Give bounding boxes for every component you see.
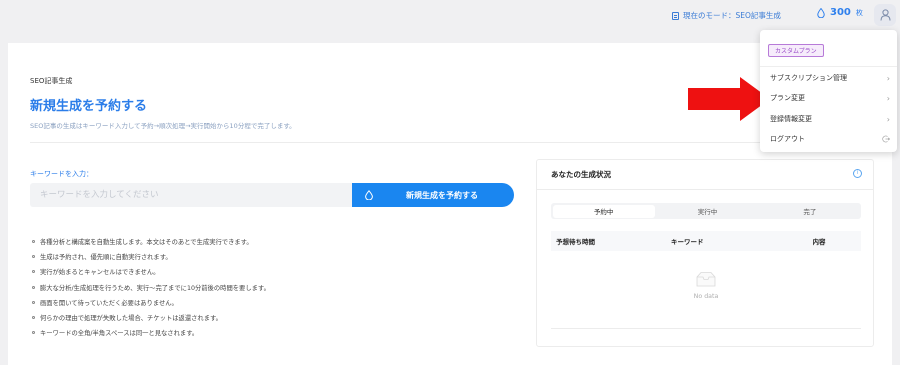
chevron-right-icon: ›	[886, 93, 890, 103]
keyword-input[interactable]	[30, 183, 352, 207]
note-text: 画面を開いて待っていただく必要はありません。	[40, 299, 178, 307]
column-wait-time: 予想待ち時間	[556, 238, 595, 246]
menu-item-account-info[interactable]: 登録情報変更 ›	[770, 109, 890, 129]
page-subtitle: SEO記事の生成はキーワード入力して予約→順次処理→実行開始から10分程で完了し…	[30, 122, 296, 130]
current-mode[interactable]: 現在のモード：SEO記事生成	[672, 10, 781, 21]
chevron-right-icon: ›	[886, 73, 890, 83]
reserve-generation-button[interactable]: 新規生成を予約する	[352, 183, 514, 207]
menu-item-subscription[interactable]: サブスクリプション管理 ›	[770, 68, 890, 88]
breadcrumb: SEO記事生成	[30, 77, 73, 85]
user-avatar[interactable]	[874, 4, 896, 26]
info-icon[interactable]: i	[853, 169, 862, 178]
top-bar: 現在のモード：SEO記事生成 300 枚	[0, 0, 900, 32]
bullet-icon	[32, 300, 35, 304]
note-text: 生成は予約され、優先順に自動実行されます。	[40, 254, 172, 262]
user-icon	[880, 9, 890, 21]
list-item: 膨大な分析/生成処理を行うため、実行〜完了までに10分前後の時間を要します。	[32, 280, 270, 295]
keyword-label: キーワードを入力：	[30, 170, 93, 178]
tab-reserved[interactable]: 予約中	[552, 204, 655, 218]
logout-icon	[882, 135, 890, 143]
menu-item-change-plan[interactable]: プラン変更 ›	[770, 88, 890, 108]
note-text: 実行が始まるとキャンセルはできません。	[40, 269, 160, 277]
annotation-arrow-icon	[688, 77, 770, 121]
document-icon	[672, 11, 679, 20]
bullet-icon	[32, 270, 35, 274]
list-item: 何らかの理由で処理が失敗した場合、チケットは返還されます。	[32, 310, 270, 325]
column-content: 内容	[812, 238, 826, 246]
divider	[760, 66, 897, 67]
divider	[30, 142, 870, 143]
table-header: 予想待ち時間 キーワード 内容	[551, 231, 861, 251]
tab-completed[interactable]: 完了	[759, 203, 861, 219]
status-header: あなたの生成状況	[537, 160, 873, 190]
drop-icon	[365, 190, 373, 200]
empty-state: No data	[537, 271, 875, 300]
list-item: 画面を開いて待っていただく必要はありません。	[32, 295, 270, 310]
list-item: 生成は予約され、優先順に自動実行されます。	[32, 249, 270, 264]
drop-icon	[817, 7, 825, 18]
note-text: 膨大な分析/生成処理を行うため、実行〜完了までに10分前後の時間を要します。	[40, 284, 270, 292]
plan-badge: カスタムプラン	[768, 44, 824, 57]
current-mode-label: 現在のモード：SEO記事生成	[683, 11, 781, 20]
bullet-icon	[32, 285, 35, 289]
note-text: 各種分析と構成案を自動生成します。本文はそのあとで生成実行できます。	[40, 239, 253, 247]
bullet-icon	[32, 240, 35, 244]
chevron-right-icon: ›	[886, 114, 890, 124]
list-item: キーワードの全角/半角スペースは同一と見なされます。	[32, 325, 270, 340]
status-title: あなたの生成状況	[551, 170, 611, 179]
menu-item-label: プラン変更	[770, 94, 805, 102]
tab-running[interactable]: 実行中	[656, 203, 758, 219]
menu-item-label: ログアウト	[770, 135, 805, 143]
list-item: 各種分析と構成案を自動生成します。本文はそのあとで生成実行できます。	[32, 234, 270, 249]
credits-unit: 枚	[855, 8, 863, 17]
empty-box-icon	[696, 272, 716, 287]
divider	[551, 328, 861, 329]
ticket-credits[interactable]: 300 枚	[817, 7, 863, 18]
menu-item-label: 登録情報変更	[770, 115, 812, 123]
column-keyword: キーワード	[671, 238, 704, 246]
status-tabs: 予約中 実行中 完了	[551, 203, 861, 219]
bullet-icon	[32, 316, 35, 320]
reserve-generation-label: 新規生成を予約する	[406, 190, 478, 200]
account-dropdown-menu: カスタムプラン サブスクリプション管理 › プラン変更 › 登録情報変更 › ロ…	[760, 30, 897, 152]
notes-list: 各種分析と構成案を自動生成します。本文はそのあとで生成実行できます。 生成は予約…	[32, 234, 270, 340]
empty-state-text: No data	[693, 293, 719, 300]
menu-item-logout[interactable]: ログアウト	[770, 129, 890, 149]
menu-item-label: サブスクリプション管理	[770, 74, 847, 82]
note-text: キーワードの全角/半角スペースは同一と見なされます。	[40, 330, 199, 338]
generation-status-panel: あなたの生成状況 i 予約中 実行中 完了 予想待ち時間 キーワード 内容 No…	[536, 159, 874, 347]
note-text: 何らかの理由で処理が失敗した場合、チケットは返還されます。	[40, 315, 222, 323]
list-item: 実行が始まるとキャンセルはできません。	[32, 264, 270, 279]
page-title: 新規生成を予約する	[30, 99, 148, 114]
bullet-icon	[32, 255, 35, 259]
bullet-icon	[32, 331, 35, 335]
credits-count: 300	[830, 7, 851, 18]
